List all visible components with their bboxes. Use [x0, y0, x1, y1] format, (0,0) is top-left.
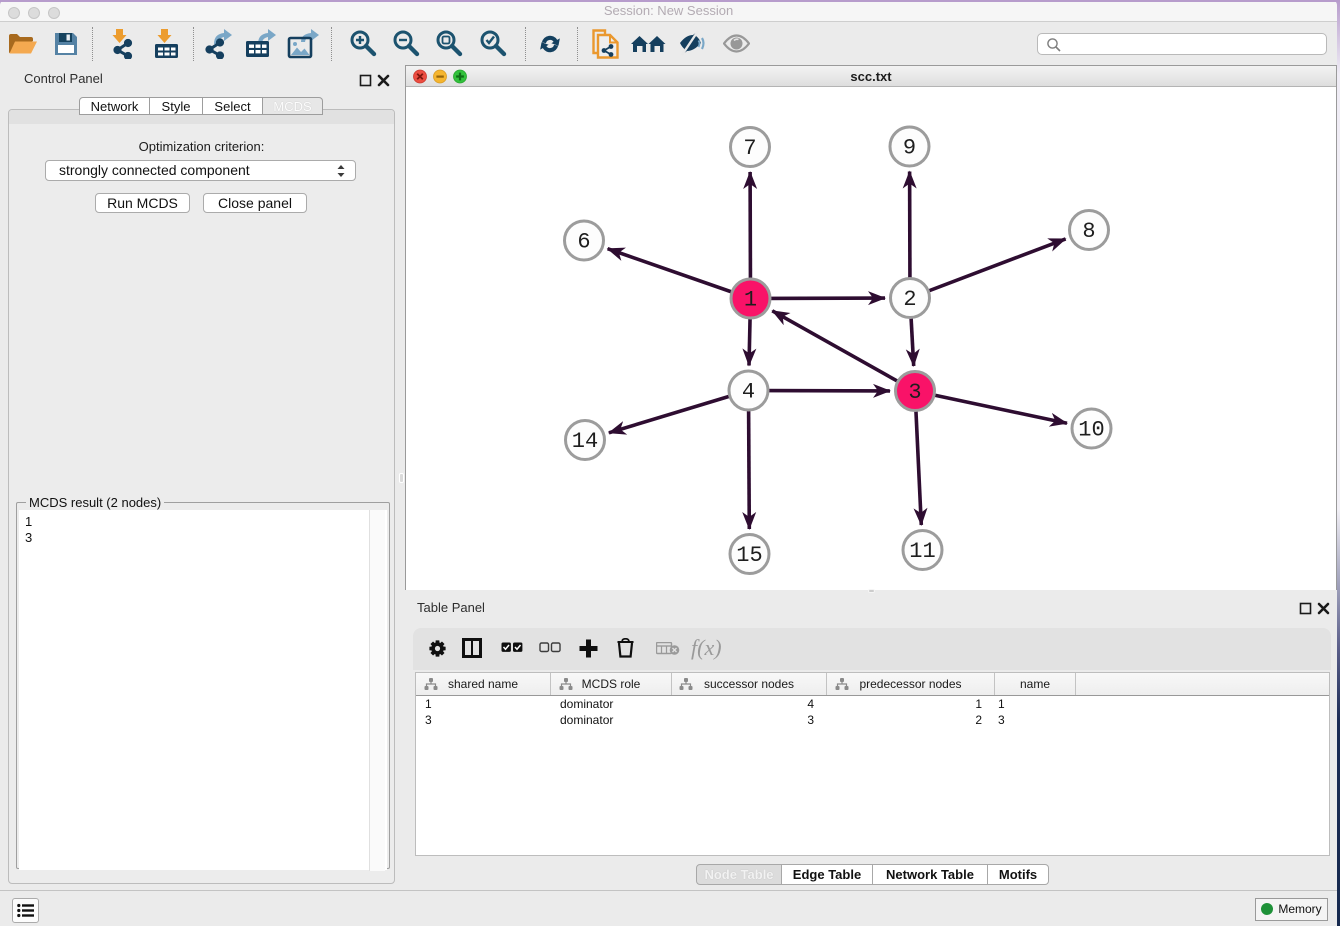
- svg-text:10: 10: [1078, 418, 1104, 443]
- svg-text:9: 9: [903, 136, 916, 161]
- svg-text:8: 8: [1082, 219, 1095, 244]
- svg-text:3: 3: [908, 380, 921, 405]
- svg-text:2: 2: [903, 287, 916, 312]
- svg-text:4: 4: [742, 380, 755, 405]
- svg-text:6: 6: [577, 230, 590, 255]
- svg-text:1: 1: [744, 288, 757, 313]
- svg-text:11: 11: [909, 539, 935, 564]
- svg-text:7: 7: [743, 136, 756, 161]
- svg-text:15: 15: [736, 543, 762, 568]
- svg-text:14: 14: [572, 429, 598, 454]
